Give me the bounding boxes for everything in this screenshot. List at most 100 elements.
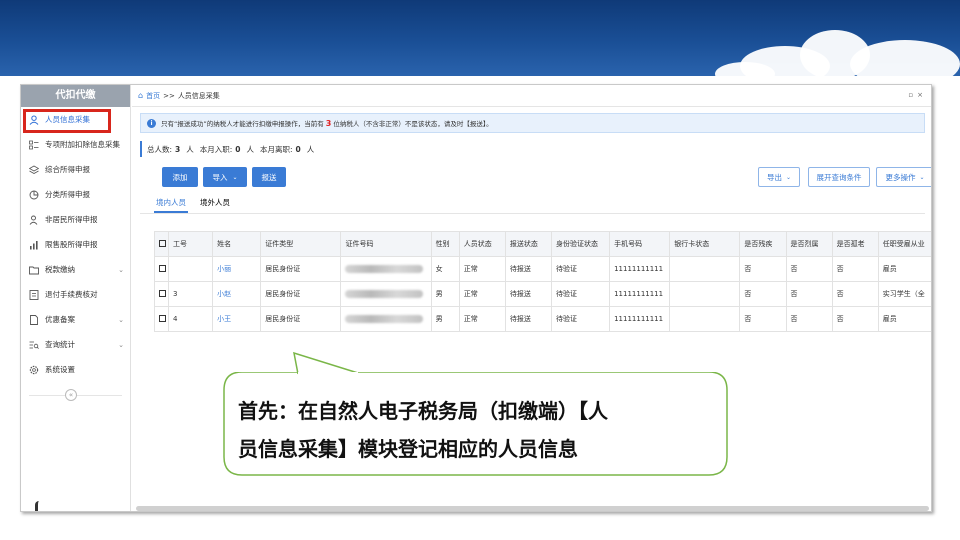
cell-phone: 11111111111 xyxy=(609,256,671,282)
layers-icon xyxy=(29,165,39,175)
cell-id xyxy=(168,256,214,282)
sidebar-item-label: 系统设置 xyxy=(45,365,75,374)
column-header[interactable]: 是否孤老 xyxy=(831,231,879,257)
cell-phone: 11111111111 xyxy=(609,281,671,307)
column-header[interactable]: 工号 xyxy=(168,231,214,257)
cell-status: 正常 xyxy=(458,256,506,282)
cell-submit-status: 待报送 xyxy=(504,256,552,282)
sidebar-item-query-stats[interactable]: 查询统计 ⌄ xyxy=(21,332,130,357)
column-header[interactable]: 身份验证状态 xyxy=(550,231,611,257)
cell-employment: 实习学生（全 xyxy=(877,281,931,307)
column-header[interactable]: 人员状态 xyxy=(458,231,506,257)
add-button[interactable]: 添加 xyxy=(162,167,198,187)
tab-domestic[interactable]: 境内人员 xyxy=(154,197,188,213)
cell-gender: 男 xyxy=(430,306,460,332)
column-header[interactable]: 是否残疾 xyxy=(739,231,787,257)
cell-verify-status: 待验证 xyxy=(550,281,611,307)
cell-elderly: 否 xyxy=(831,281,879,307)
total-value: 3 xyxy=(175,144,181,154)
column-header[interactable]: 证件类型 xyxy=(260,231,342,257)
left-unit: 人 xyxy=(306,144,315,154)
search-list-icon xyxy=(29,340,39,350)
sidebar-item-restricted-shares[interactable]: 限售股所得申报 xyxy=(21,232,130,257)
chevron-down-icon: ⌄ xyxy=(232,173,238,181)
column-header[interactable]: 银行卡状态 xyxy=(669,231,741,257)
chevron-down-icon: ⌄ xyxy=(919,173,925,181)
stats-summary: 总人数: 3 人 本月入职: 0 人 本月离职: 0 人 xyxy=(140,141,314,157)
column-header[interactable]: 任职受雇从业 xyxy=(877,231,931,257)
cell-verify-status: 待验证 xyxy=(550,306,611,332)
tab-bar: 境内人员 境外人员 xyxy=(154,197,242,213)
export-button[interactable]: 导出 ⌄ xyxy=(758,167,800,187)
restore-icon[interactable]: ▫ xyxy=(908,91,917,99)
sidebar-item-person-info[interactable]: 人员信息采集 xyxy=(21,107,130,132)
sidebar-item-label: 限售股所得申报 xyxy=(45,240,98,249)
sidebar-item-classified-income[interactable]: 分类所得申报 xyxy=(21,182,130,207)
breadcrumb-separator: >> xyxy=(163,91,175,100)
table-header-row: 工号 姓名 证件类型 证件号码 性别 人员状态 报送状态 身份验证状态 手机号码… xyxy=(153,231,931,257)
cell-gender: 男 xyxy=(430,281,460,307)
notice-count: 3 xyxy=(325,118,332,128)
sidebar-item-special-deduction[interactable]: 专项附加扣除信息采集 xyxy=(21,132,130,157)
cell-verify-status: 待验证 xyxy=(550,256,611,282)
expand-query-button[interactable]: 展开查询条件 xyxy=(808,167,870,187)
sidebar: 代扣代缴 人员信息采集 专项附加扣除信息采集 综合所得申报 分类所得申报 非居民… xyxy=(21,85,131,511)
callout-line-2: 员信息采集】模块登记相应的人员信息 xyxy=(238,437,578,461)
callout-text: 首先：在自然人电子税务局（扣缴端）【人 员信息采集】模块登记相应的人员信息 xyxy=(238,392,718,468)
column-header[interactable]: 姓名 xyxy=(212,231,262,257)
cell-employment: 雇员 xyxy=(877,306,931,332)
select-all-checkbox[interactable] xyxy=(153,231,170,257)
joined-unit: 人 xyxy=(246,144,255,154)
column-header[interactable]: 手机号码 xyxy=(609,231,671,257)
column-header[interactable]: 证件号码 xyxy=(340,231,432,257)
more-actions-button[interactable]: 更多操作 ⌄ xyxy=(876,167,931,187)
cell-elderly: 否 xyxy=(831,256,879,282)
table-row[interactable]: 4 小王 居民身份证 男 正常 待报送 待验证 11111111111 否 否 … xyxy=(153,306,931,332)
column-header[interactable]: 性别 xyxy=(430,231,460,257)
horizontal-scrollbar[interactable] xyxy=(136,506,929,511)
chevron-down-icon: ⌄ xyxy=(118,340,124,349)
submit-button[interactable]: 报送 xyxy=(252,167,286,187)
row-checkbox[interactable] xyxy=(153,306,170,332)
sidebar-item-refund-check[interactable]: 退付手续费核对 xyxy=(21,282,130,307)
document-icon xyxy=(29,314,39,325)
breadcrumb-home[interactable]: 首页 xyxy=(146,91,160,101)
table-row[interactable]: 小丽 居民身份证 女 正常 待报送 待验证 11111111111 否 否 否 … xyxy=(153,256,931,282)
sidebar-item-label: 综合所得申报 xyxy=(45,165,90,174)
close-icon[interactable]: × xyxy=(917,91,927,99)
row-checkbox[interactable] xyxy=(153,256,170,282)
sidebar-item-label: 退付手续费核对 xyxy=(45,290,98,299)
home-icon[interactable]: ⌂ xyxy=(138,91,143,100)
cell-id-number-redacted xyxy=(340,306,432,332)
person-table: 工号 姓名 证件类型 证件号码 性别 人员状态 报送状态 身份验证状态 手机号码… xyxy=(153,231,931,332)
import-button[interactable]: 导入 ⌄ xyxy=(203,167,247,187)
cell-status: 正常 xyxy=(458,281,506,307)
cell-name-link[interactable]: 小丽 xyxy=(212,256,262,282)
chevron-down-icon: ⌄ xyxy=(118,265,124,274)
cell-id: 3 xyxy=(168,281,214,307)
collapse-sidebar-button[interactable]: « xyxy=(65,389,77,401)
cell-id-type: 居民身份证 xyxy=(260,256,342,282)
column-header[interactable]: 是否烈属 xyxy=(785,231,833,257)
tab-foreign[interactable]: 境外人员 xyxy=(198,197,232,213)
sidebar-item-nonresident-income[interactable]: 非居民所得申报 xyxy=(21,207,130,232)
import-label: 导入 xyxy=(212,172,228,182)
cell-id-number-redacted xyxy=(340,281,432,307)
row-checkbox[interactable] xyxy=(153,281,170,307)
cell-name-link[interactable]: 小王 xyxy=(212,306,262,332)
breadcrumb: ⌂ 首页 >> 人员信息采集 xyxy=(132,85,931,107)
breadcrumb-current: 人员信息采集 xyxy=(177,91,220,100)
cell-martyr: 否 xyxy=(785,256,833,282)
cell-id-number-redacted xyxy=(340,256,432,282)
chevron-down-icon: ⌄ xyxy=(118,315,124,324)
cell-name-link[interactable]: 小赵 xyxy=(212,281,262,307)
cell-submit-status: 待报送 xyxy=(504,281,552,307)
sidebar-item-comprehensive-income[interactable]: 综合所得申报 xyxy=(21,157,130,182)
total-label: 总人数: xyxy=(147,144,173,154)
column-header[interactable]: 报送状态 xyxy=(504,231,552,257)
sidebar-item-settings[interactable]: 系统设置 xyxy=(21,357,130,382)
sidebar-item-tax-payment[interactable]: 税款缴纳 ⌄ xyxy=(21,257,130,282)
sidebar-title: 代扣代缴 xyxy=(21,85,130,107)
sidebar-item-preference-filing[interactable]: 优惠备案 ⌄ xyxy=(21,307,130,332)
table-row[interactable]: 3 小赵 居民身份证 男 正常 待报送 待验证 11111111111 否 否 … xyxy=(153,281,931,307)
